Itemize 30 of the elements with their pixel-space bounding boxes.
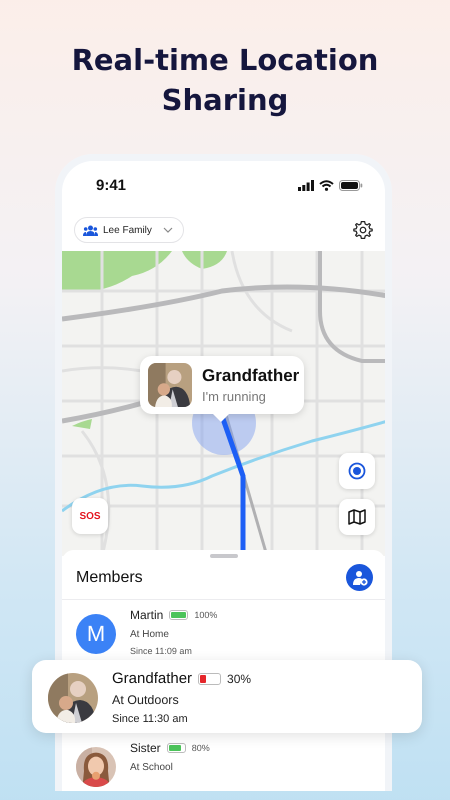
battery-percent: 80% [192, 743, 210, 753]
member-place: At Outdoors [112, 693, 180, 707]
signal-icon [298, 180, 314, 190]
battery-meter [200, 674, 220, 682]
status-time: 9:41 [96, 176, 126, 194]
settings-icon[interactable] [353, 220, 373, 240]
member-place: At School [130, 762, 174, 773]
member-since: Since 11:30 am [112, 713, 189, 725]
member-card[interactable]: Grandfather 30% At Outdoors Since 11:30 am [32, 660, 422, 733]
battery-percent: 30% [227, 672, 252, 686]
group-selector[interactable]: Lee Family [74, 217, 184, 243]
member-name: Sister [130, 741, 161, 755]
add-person-icon [352, 570, 368, 586]
member-since: Since 11:09 am [130, 646, 193, 656]
battery-meter [171, 612, 186, 618]
member-row[interactable]: Sister 80% At School [62, 733, 385, 791]
headline: Real-time Location Sharing [70, 42, 380, 119]
battery-meter [168, 745, 184, 751]
member-name: Martin [130, 608, 164, 622]
chevron-down-icon [162, 227, 173, 233]
battery-percent: 100% [194, 610, 218, 620]
member-name: Grandfather [112, 670, 192, 687]
members-title: Members [76, 568, 143, 586]
people-icon [83, 224, 98, 236]
add-member-button[interactable] [346, 564, 373, 591]
member-row[interactable]: M Martin 100% At Home Since 11:09 am [62, 600, 385, 660]
wifi-icon [319, 180, 334, 190]
battery-icon [339, 180, 363, 190]
avatar: M [76, 614, 116, 654]
member-place: At Home [130, 629, 170, 640]
